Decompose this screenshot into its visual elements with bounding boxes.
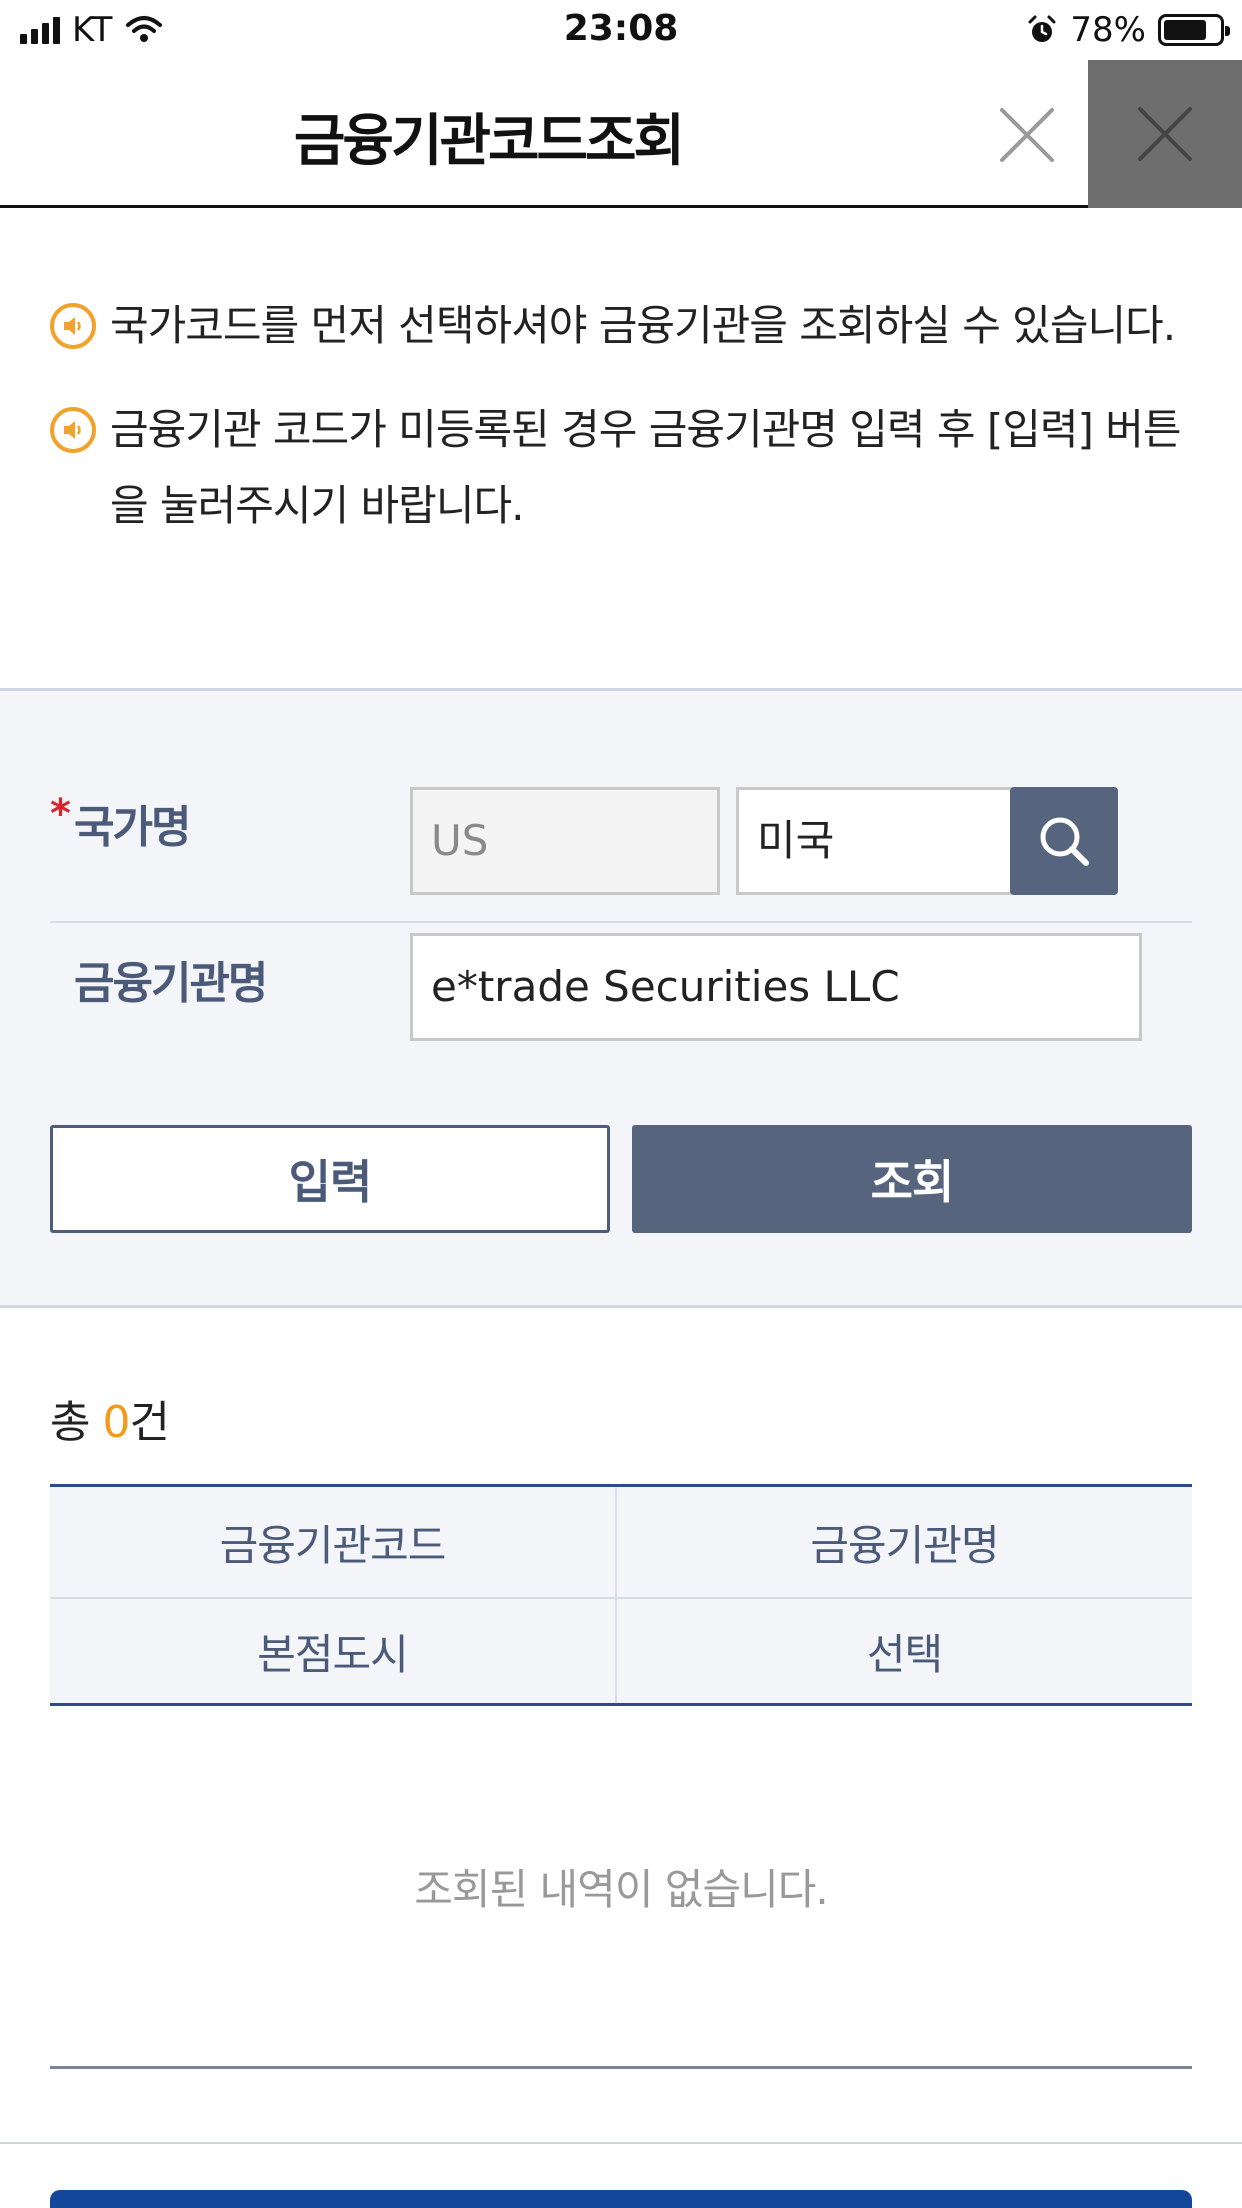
notice-section: 국가코드를 먼저 선택하셔야 금융기관을 조회하실 수 있습니다. 금융기관 코… [0, 208, 1242, 688]
input-button[interactable]: 입력 [50, 1125, 610, 1233]
notice-item: 금융기관 코드가 미등록된 경우 금융기관명 입력 후 [입력] 버튼을 눌러주… [50, 392, 1192, 544]
required-mark: * [50, 791, 71, 837]
count-suffix: 건 [129, 1397, 169, 1448]
column-header-code: 금융기관코드 [219, 1520, 447, 1570]
footer-button[interactable] [50, 2190, 1192, 2208]
close-icon [1138, 107, 1192, 161]
column-header-select: 선택 [866, 1629, 943, 1679]
institution-name-field[interactable]: e*trade Securities LLC [410, 933, 1142, 1041]
count-number: 0 [102, 1397, 130, 1448]
institution-label: 금융기관명 [74, 958, 268, 1009]
notice-item: 국가코드를 먼저 선택하셔야 금융기관을 조회하실 수 있습니다. [50, 288, 1192, 364]
status-right: 78% [1026, 10, 1230, 50]
battery-percent: 78% [1070, 10, 1146, 50]
status-bar: KT 23:08 78% [0, 0, 1242, 60]
search-icon [1040, 817, 1089, 866]
institution-row: 금융기관명 e*trade Securities LLC [50, 927, 1192, 1047]
footer-divider [0, 2142, 1242, 2144]
battery-fill [1164, 20, 1207, 40]
column-header-name: 금융기관명 [810, 1520, 999, 1570]
close-button[interactable] [996, 104, 1058, 166]
close-icon [1000, 108, 1054, 162]
country-search-button[interactable] [1010, 787, 1118, 895]
count-prefix: 총 [50, 1397, 103, 1448]
country-label: 국가명 [74, 802, 191, 853]
search-form: * 국가명 US 미국 금융기관명 e*trade Securities LLC… [0, 688, 1242, 1308]
alarm-icon [1028, 15, 1056, 42]
battery-icon [1158, 14, 1230, 46]
country-code-field: US [410, 787, 720, 895]
notice-text: 국가코드를 먼저 선택하셔야 금융기관을 조회하실 수 있습니다. [110, 301, 1176, 350]
page-header: 금융기관코드조회 [0, 60, 1242, 208]
table-bottom-divider [50, 2066, 1192, 2069]
notice-text: 금융기관 코드가 미등록된 경우 금융기관명 입력 후 [입력] 버튼을 눌러주… [110, 405, 1182, 530]
empty-message: 조회된 내역이 없습니다. [414, 1865, 828, 1914]
page-title: 금융기관코드조회 [293, 109, 685, 174]
overlay-close-button[interactable] [1088, 60, 1242, 208]
speaker-icon [50, 303, 96, 349]
speaker-icon [50, 407, 96, 453]
country-name-field[interactable]: 미국 [736, 787, 1046, 895]
search-button[interactable]: 조회 [632, 1125, 1192, 1233]
results-table: 금융기관코드 금융기관명 본점도시 선택 [50, 1484, 1192, 1706]
column-header-city: 본점도시 [257, 1629, 409, 1679]
result-count: 총 0건 [50, 1386, 170, 1450]
